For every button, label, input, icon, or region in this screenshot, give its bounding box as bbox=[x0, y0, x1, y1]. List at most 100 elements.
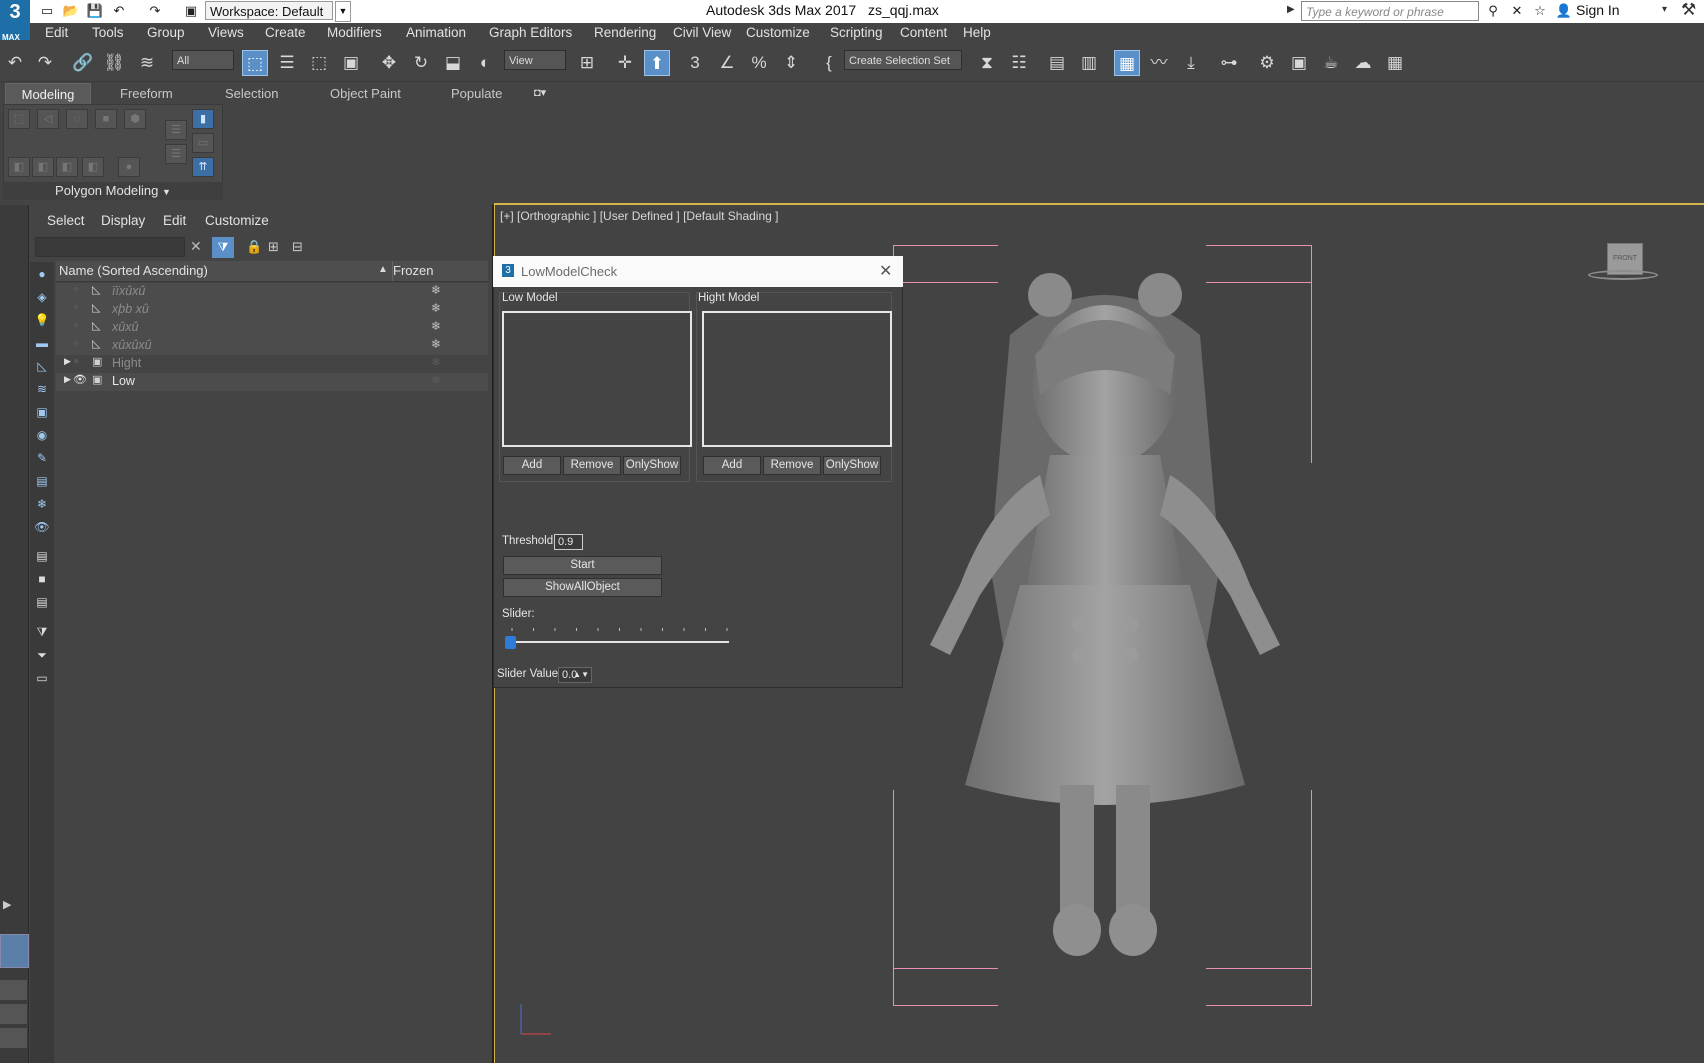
menu-animation[interactable]: Animation bbox=[406, 25, 466, 40]
close-icon[interactable]: ✕ bbox=[879, 261, 892, 281]
polygon-tool-icon[interactable]: ◌ bbox=[66, 109, 88, 129]
polygon-tool-icon[interactable]: ◧ bbox=[8, 157, 30, 177]
redo-icon[interactable]: ↷ bbox=[32, 50, 58, 76]
spacewarp-filter-icon[interactable]: ≋ bbox=[33, 380, 51, 398]
filter-icon[interactable]: ⧩ bbox=[212, 237, 234, 258]
viewport-layout-tab[interactable] bbox=[0, 1028, 27, 1048]
search-input[interactable]: Type a keyword or phrase bbox=[1301, 1, 1479, 21]
menu-content[interactable]: Content bbox=[900, 25, 947, 40]
visibility-icon[interactable]: 👁 bbox=[73, 373, 89, 386]
menu-help[interactable]: Help bbox=[963, 25, 991, 40]
select-by-name-icon[interactable]: ☰ bbox=[274, 50, 300, 76]
low-model-list[interactable] bbox=[502, 311, 692, 447]
visibility-icon[interactable]: ● bbox=[73, 301, 89, 313]
schematic-view-icon[interactable]: ⤓ bbox=[1178, 50, 1204, 76]
mirror-icon[interactable]: ⧗ bbox=[974, 50, 1000, 76]
chevron-down-icon[interactable]: ▼ bbox=[335, 1, 351, 22]
expand-arrow-icon[interactable]: ▶ bbox=[3, 898, 11, 911]
edit-named-selection-icon[interactable]: { bbox=[816, 50, 842, 76]
tab-freeform[interactable]: Freeform bbox=[120, 86, 173, 101]
visibility-icon[interactable]: ● bbox=[73, 319, 89, 331]
manipulate-icon[interactable]: ✛ bbox=[612, 50, 638, 76]
slider-value-spinner[interactable]: 0.0 ▲▼ bbox=[558, 667, 592, 683]
low-remove-button[interactable]: Remove bbox=[563, 456, 621, 475]
select-object-icon[interactable]: ⬚ bbox=[242, 50, 268, 76]
hierarchy-icon[interactable]: ⊟ bbox=[292, 239, 303, 255]
undo-icon[interactable]: ↶ bbox=[2, 50, 28, 76]
help-icon[interactable]: ⚒ bbox=[1681, 0, 1696, 20]
layer-explorer-icon[interactable]: ▥ bbox=[1076, 50, 1102, 76]
polygon-tool-icon[interactable]: ☰ bbox=[165, 120, 187, 140]
filter-icon[interactable]: ⏷ bbox=[33, 646, 51, 664]
table-row[interactable]: ▶ 👁 ▣ Low ❄ bbox=[56, 373, 488, 391]
polygon-tool-icon[interactable]: ⬚ bbox=[8, 109, 30, 129]
tab-selection[interactable]: Selection bbox=[225, 86, 278, 101]
invert-display-icon[interactable]: ▤ bbox=[33, 593, 51, 611]
polygon-tool-icon[interactable]: ⇈ bbox=[192, 157, 214, 177]
unlink-icon[interactable]: ⛓ bbox=[101, 50, 127, 76]
polygon-tool-icon[interactable]: ● bbox=[118, 157, 140, 177]
show-all-object-button[interactable]: ShowAllObject bbox=[503, 578, 662, 597]
threshold-input[interactable]: 0.9 bbox=[554, 534, 583, 550]
placement-icon[interactable]: ◐ bbox=[472, 50, 498, 76]
high-remove-button[interactable]: Remove bbox=[763, 456, 821, 475]
snap-toggle-icon[interactable]: 3 bbox=[682, 50, 708, 76]
menu-modifiers[interactable]: Modifiers bbox=[327, 25, 382, 40]
table-row[interactable]: ● ◺ xþb xû ❄ bbox=[56, 301, 488, 319]
align-icon[interactable]: ☷ bbox=[1006, 50, 1032, 76]
polygon-tool-icon[interactable]: ◧ bbox=[82, 157, 104, 177]
sort-arrow-icon[interactable]: ▲ bbox=[378, 264, 388, 275]
sign-in-link[interactable]: Sign In bbox=[1576, 2, 1620, 18]
explorer-search-input[interactable] bbox=[35, 237, 185, 257]
menu-scripting[interactable]: Scripting bbox=[830, 25, 883, 40]
hidden-filter-icon[interactable]: 👁 bbox=[33, 518, 51, 536]
high-model-list[interactable] bbox=[702, 311, 892, 447]
polygon-tool-icon[interactable]: ◧ bbox=[56, 157, 78, 177]
freeze-icon[interactable]: ❄ bbox=[431, 337, 441, 351]
viewcube-ring[interactable] bbox=[1588, 270, 1658, 280]
percent-snap-icon[interactable]: % bbox=[746, 50, 772, 76]
menu-customize[interactable]: Customize bbox=[746, 25, 810, 40]
keyboard-shortcut-icon[interactable]: ⬆ bbox=[644, 50, 670, 76]
helper-filter-icon[interactable]: ◺ bbox=[33, 357, 51, 375]
layer-icon[interactable]: ▭ bbox=[33, 669, 51, 687]
scale-icon[interactable]: ⬓ bbox=[440, 50, 466, 76]
container-filter-icon[interactable]: ▤ bbox=[33, 472, 51, 490]
high-add-button[interactable]: Add bbox=[703, 456, 761, 475]
expand-arrow-icon[interactable]: ▶ bbox=[64, 374, 71, 385]
explorer-menu-edit[interactable]: Edit bbox=[163, 213, 186, 228]
visibility-icon[interactable]: ● bbox=[73, 337, 89, 349]
shape-filter-icon[interactable]: ◈ bbox=[33, 288, 51, 306]
render-teapot-icon[interactable]: ☕ bbox=[1318, 50, 1344, 76]
freeze-icon[interactable]: ❄ bbox=[431, 319, 441, 333]
curve-editor-icon[interactable]: 〰 bbox=[1146, 50, 1172, 76]
render-cloud-icon[interactable]: ☁ bbox=[1350, 50, 1376, 76]
new-file-icon[interactable]: ▭ bbox=[38, 2, 56, 20]
menu-create[interactable]: Create bbox=[265, 25, 306, 40]
high-onlyshow-button[interactable]: OnlyShow bbox=[823, 456, 881, 475]
slider[interactable] bbox=[500, 620, 735, 652]
filter-icon[interactable]: ⧩ bbox=[33, 623, 51, 641]
user-icon[interactable]: 👤 bbox=[1555, 2, 1573, 20]
tab-object-paint[interactable]: Object Paint bbox=[330, 86, 401, 101]
angle-snap-icon[interactable]: ∠ bbox=[714, 50, 740, 76]
start-button[interactable]: Start bbox=[503, 556, 662, 575]
explorer-menu-select[interactable]: Select bbox=[47, 213, 85, 228]
undo-icon[interactable]: ↶ bbox=[110, 2, 128, 20]
selection-filter-dropdown[interactable]: All bbox=[172, 50, 234, 70]
link-icon[interactable]: 🔗 bbox=[70, 50, 96, 76]
polygon-tool-icon[interactable]: ▮ bbox=[192, 109, 214, 129]
freeze-icon[interactable]: ❄ bbox=[431, 355, 441, 369]
polygon-tool-icon[interactable]: ◁ bbox=[37, 109, 59, 129]
binoculars-icon[interactable]: ⚲ bbox=[1484, 2, 1502, 20]
spinner-snap-icon[interactable]: ⇕ bbox=[778, 50, 804, 76]
menu-tools[interactable]: Tools bbox=[92, 25, 124, 40]
open-file-icon[interactable]: 📂 bbox=[62, 2, 80, 20]
hierarchy-icon[interactable]: ⊞ bbox=[268, 239, 279, 255]
rotate-icon[interactable]: ↻ bbox=[408, 50, 434, 76]
character-model[interactable] bbox=[900, 265, 1320, 1005]
group-filter-icon[interactable]: ▣ bbox=[33, 403, 51, 421]
expand-arrow-icon[interactable]: ▶ bbox=[64, 356, 71, 367]
menu-civil-view[interactable]: Civil View bbox=[673, 25, 731, 40]
table-row[interactable]: ● ◺ xûxû ❄ bbox=[56, 319, 488, 337]
